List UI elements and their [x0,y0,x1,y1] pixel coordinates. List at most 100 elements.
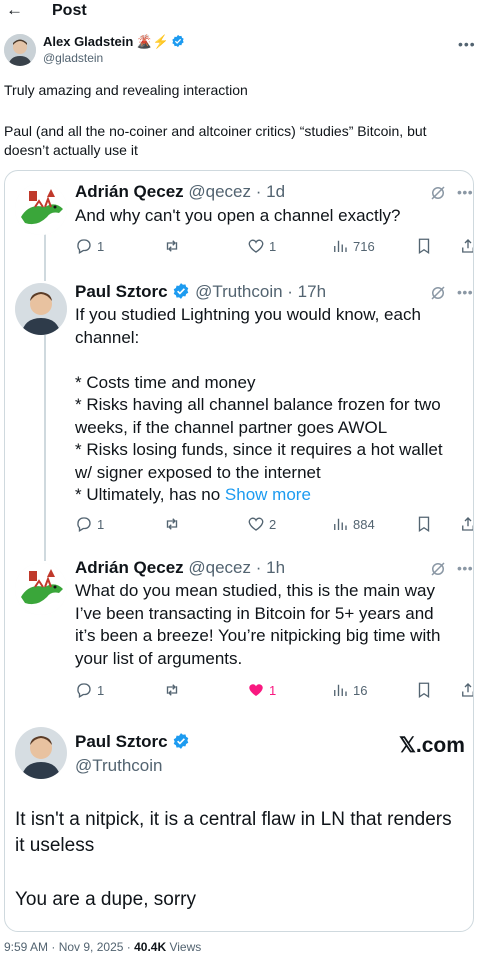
retweet-icon [166,684,178,696]
reply-author-name[interactable]: Adrián Qecez [75,558,184,577]
verified-badge-icon [174,283,189,299]
person-avatar-image [15,283,67,335]
like-count: 1 [269,238,277,254]
views-count: 716 [353,238,375,254]
bookmark-button[interactable] [415,513,433,535]
like-button[interactable]: 2 [247,513,276,535]
share-button[interactable] [459,679,473,701]
more-options-icon[interactable]: ••• [457,560,473,576]
reply-text-line: And why can't you open a channel exactly… [75,206,401,225]
avatar[interactable] [4,34,36,66]
more-options-icon[interactable]: ••• [457,184,473,200]
more-options-icon[interactable]: ••• [458,36,476,52]
grok-icon[interactable] [429,184,447,202]
like-button[interactable]: 1 [247,235,276,257]
heart-icon [248,239,264,253]
reply-author-name[interactable]: Adrián Qecez [75,182,184,201]
retweet-button[interactable] [163,513,181,535]
post-metadata: 9:59 AM · Nov 9, 2025 · 40.4K Views [4,940,201,955]
reply-author-name[interactable]: Paul Sztorc [75,282,168,301]
heart-icon [248,517,264,531]
reply-text-line: your list of arguments. [75,649,243,668]
reply-meta: @qecez · 1h [188,558,286,577]
reply-header: Adrián Qecez @qecez · 1d [75,181,285,203]
bookmark-button[interactable] [415,679,433,701]
person-avatar-image [15,727,67,779]
avatar[interactable] [15,283,67,335]
retweet-button[interactable] [163,679,181,701]
reply-count: 1 [97,682,105,698]
reply-text-fragment: * Ultimately, has no [75,485,225,504]
page-title: Post [52,2,87,19]
reply-count: 1 [97,238,105,254]
separator: · [123,940,135,954]
views-button[interactable]: 16 [331,679,367,701]
final-text-line: You are a dupe, sorry [15,889,196,910]
retweet-button[interactable] [163,235,181,257]
author-name-text: Alex Gladstein [43,34,134,49]
crocodile-avatar-image [15,183,67,235]
share-button[interactable] [459,513,473,535]
like-count: 1 [269,682,277,698]
thread-connector [44,335,46,561]
reply-text-line: I’ve been transacting in Bitcoin for 5+ … [75,604,434,623]
more-options-icon[interactable]: ••• [457,284,473,300]
author-emoji: 🌋⚡ [136,34,169,49]
views-count: 16 [353,682,368,698]
reply-meta: @Truthcoin · 17h [195,282,327,301]
bookmark-icon [418,682,430,699]
avatar-image [4,34,36,66]
post-date[interactable]: Nov 9, 2025 [59,940,124,954]
grok-icon[interactable] [429,284,447,302]
reply-count: 1 [97,516,105,532]
reply-button[interactable]: 1 [75,513,104,535]
avatar[interactable] [15,727,67,779]
final-author-handle[interactable]: @Truthcoin [75,755,163,777]
share-icon [462,239,473,253]
reply-icon [77,683,91,698]
bookmark-button[interactable] [415,235,433,257]
crocodile-avatar-image [15,563,67,615]
reply-meta: @qecez · 1d [188,182,286,201]
final-text-line: it useless [15,835,95,856]
action-bar: 1 1 716 [75,235,473,257]
avatar[interactable] [15,183,67,235]
share-button[interactable] [459,235,473,257]
reply-text-line: * Risks having all channel balance froze… [75,395,441,414]
embedded-screenshot[interactable]: Adrián Qecez @qecez · 1d ••• And why can… [4,170,474,932]
retweet-icon [166,518,178,530]
verified-badge-icon [174,733,189,749]
x-logo: 𝕏.com [399,734,465,757]
like-count: 2 [269,516,277,532]
reply-button[interactable]: 1 [75,235,104,257]
views-count: 884 [353,516,375,532]
reply-icon [77,517,91,532]
views-icon [334,518,347,530]
views-button[interactable]: 716 [331,235,375,257]
reply-text-line: * Costs time and money [75,373,256,392]
post-author: Alex Gladstein 🌋⚡ @gladstein ••• [0,30,492,70]
like-button[interactable]: 1 [247,679,276,701]
grok-icon[interactable] [429,560,447,578]
reply-text-line: it’s been a breeze! You’re nitpicking bi… [75,626,441,645]
top-bar: ← Post [0,0,492,24]
author-handle[interactable]: @gladstein [43,51,103,66]
avatar[interactable] [15,563,67,615]
show-more-link[interactable]: Show more [225,485,311,504]
back-arrow-icon[interactable]: ← [6,0,23,20]
final-author-name[interactable]: Paul Sztorc [75,731,190,753]
views-button[interactable]: 884 [331,513,375,535]
views-total: 40.4K [134,940,167,954]
views-icon [334,240,347,252]
reply-text-line: weeks, if the channel partner goes AWOL [75,418,388,437]
share-icon [462,517,473,531]
reply-text-line: w/ signer exposed to the internet [75,463,321,482]
reply-button[interactable]: 1 [75,679,104,701]
reply-text-line: * Ultimately, has no Show more [75,484,467,507]
heart-filled-icon [249,684,263,696]
retweet-icon [166,240,178,252]
verified-badge-icon [172,34,184,48]
bookmark-icon [418,238,430,255]
post-time[interactable]: 9:59 AM [4,940,48,954]
author-name[interactable]: Alex Gladstein 🌋⚡ [43,34,185,50]
